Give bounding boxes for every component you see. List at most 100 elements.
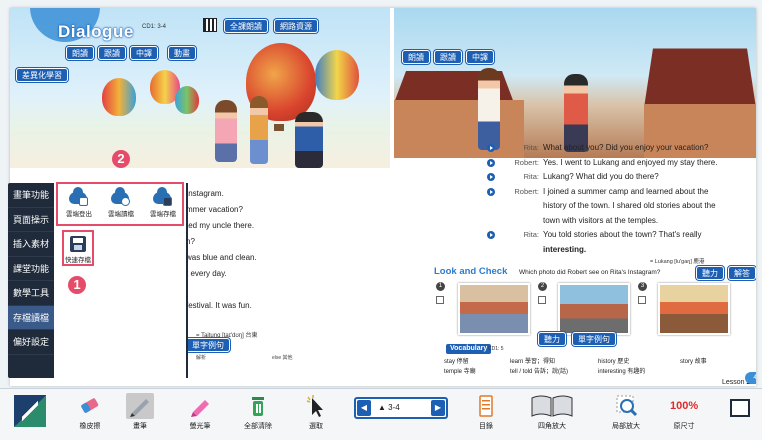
play-icon[interactable] [487, 231, 495, 239]
original-size-button[interactable]: 100% 原尺寸 [658, 393, 710, 431]
speaker-name: Robert: [514, 157, 539, 167]
option-checkbox[interactable] [638, 296, 646, 304]
four-corner-zoom-button[interactable]: 四角放大 [522, 393, 582, 431]
sidebar-item-page-display[interactable]: 頁面操示 [8, 208, 54, 232]
page-value: 3-4 [388, 403, 400, 412]
dialog-line: Yes. I went to Lukang and enjoyed my sta… [543, 157, 718, 167]
follow-read-button-right[interactable]: 跟讀 [434, 50, 462, 64]
sidebar-item-preferences[interactable]: 偏好設定 [8, 330, 54, 355]
dialog-left: Instagram. mmer vacation? ted my uncle t… [186, 186, 257, 314]
pronunciation-note: = Lukang [lu'gaŋ] 鹿港 [650, 259, 705, 265]
vocab-word: learn 學習；得知 [510, 359, 556, 365]
cloud-load-button[interactable]: 雲端讀檔 [102, 187, 140, 218]
cloud-save-button[interactable]: 雲端存檔 [144, 187, 182, 218]
vocabulary-tab: Vocabulary [446, 344, 492, 354]
answer-button[interactable]: 解答 [728, 266, 756, 280]
option-checkbox[interactable] [436, 296, 444, 304]
next-page-button[interactable]: ▶ [431, 400, 445, 416]
highlighter-label: 螢光筆 [189, 423, 211, 430]
speaker-name: Rita: [523, 143, 539, 152]
vocab-left-item: else 其他 [272, 355, 293, 361]
look-and-check-title: Look and Check [434, 266, 508, 277]
clear-all-label: 全部清除 [244, 423, 272, 430]
speaker-name: Rita: [523, 172, 539, 181]
read-aloud-button-right[interactable]: 朗讀 [402, 50, 430, 64]
animation-button[interactable]: 動畫 [168, 46, 196, 60]
vocab-word: tell / told 告訴；說(話) [510, 369, 569, 375]
book-zoom-icon [530, 393, 574, 419]
listen-button[interactable]: 聽力 [696, 266, 724, 280]
cloud-save-icon [153, 187, 172, 206]
cloud-logout-button[interactable]: 雲端登出 [60, 187, 98, 218]
temple-scene-image [394, 8, 756, 158]
fullscreen-icon[interactable] [730, 399, 750, 417]
dialog-line: was blue and clean. [186, 253, 257, 262]
pen-button[interactable]: 畫筆 [114, 393, 166, 431]
option-number: 2 [538, 282, 547, 291]
trash-icon [244, 393, 272, 419]
play-icon[interactable] [487, 173, 495, 181]
app-frame: Dialogue CD1: 3-4 全課朗讀 網路資源 朗讀 跟讀 中譯 動畫 … [0, 0, 762, 440]
app-logo-icon[interactable] [14, 395, 46, 427]
eraser-button[interactable]: 橡皮擦 [64, 393, 116, 431]
full-read-button[interactable]: 全課朗讀 [224, 19, 268, 33]
character-image [250, 96, 268, 164]
cloud-save-label: 雲端存檔 [150, 211, 176, 218]
original-size-icon: 100% [670, 400, 699, 412]
online-resources-button[interactable]: 網路資源 [274, 19, 318, 33]
toc-label: 目錄 [479, 423, 493, 430]
toc-button[interactable]: 目錄 [460, 393, 512, 431]
example-sentence-button-left[interactable]: 單字例句 [186, 338, 230, 352]
differentiated-learning-button[interactable]: 差異化學習 [16, 68, 68, 82]
page-indicator[interactable]: ▲ 3-4 [378, 403, 400, 412]
vocab-word: history 歷史 [598, 359, 630, 365]
pen-icon [126, 393, 154, 419]
cloud-options-popup: 雲端登出 雲端讀檔 雲端存檔 [56, 182, 184, 226]
dialog-right: Rita: What about you? Did you enjoy your … [487, 141, 749, 257]
balloon-image [315, 50, 359, 100]
sidebar-item-save-load[interactable]: 存檔讀檔 [8, 305, 54, 330]
dialog-line: history of the town. I shared old storie… [543, 201, 716, 210]
balloon-image [175, 86, 199, 114]
dialog-line: mmer vacation? [186, 205, 243, 214]
clear-all-button[interactable]: 全部清除 [232, 393, 284, 431]
character-image [215, 100, 237, 162]
local-zoom-button[interactable]: 局部放大 [600, 393, 652, 431]
sidebar-item-math-tools[interactable]: 數學工具 [8, 281, 54, 306]
cloud-load-label: 雲端讀檔 [108, 211, 134, 218]
sidebar-item-insert-material[interactable]: 插入素材 [8, 232, 54, 257]
local-zoom-label: 局部放大 [612, 423, 640, 430]
play-icon[interactable] [487, 187, 495, 196]
play-icon[interactable] [487, 158, 495, 167]
translate-button-right[interactable]: 中譯 [466, 50, 494, 64]
page-number-badge: 4 [745, 372, 756, 384]
dialog-line: Instagram. [186, 189, 224, 198]
highlighter-button[interactable]: 螢光筆 [174, 393, 226, 431]
translate-button[interactable]: 中譯 [130, 46, 158, 60]
select-button[interactable]: 選取 [290, 393, 342, 431]
option-checkbox[interactable] [538, 296, 546, 304]
qr-code-icon[interactable] [203, 18, 217, 32]
quick-save-button[interactable]: 快速存檔 [62, 230, 94, 266]
lesson-text: Lesson [722, 379, 745, 386]
roof-image [644, 48, 756, 108]
follow-read-button[interactable]: 跟讀 [98, 46, 126, 60]
sidebar-item-pen[interactable]: 畫筆功能 [8, 183, 54, 208]
vocab-listen-button[interactable]: 聽力 [538, 332, 566, 346]
balloon-image [102, 78, 136, 116]
prev-page-button[interactable]: ◀ [357, 400, 371, 416]
vocab-example-button[interactable]: 單字例句 [572, 332, 616, 346]
play-icon[interactable] [487, 144, 495, 152]
page-title: Dialogue [58, 22, 134, 41]
basket-image [274, 124, 284, 131]
eraser-icon [76, 393, 104, 419]
vocab-cd-label: CD1: 5 [488, 346, 504, 352]
cloud-logout-icon [69, 187, 88, 206]
original-size-label: 原尺寸 [673, 423, 695, 430]
cd-label: CD1: 3-4 [142, 24, 167, 30]
highlighter-icon [186, 393, 214, 419]
dialog-line: t every day. [186, 269, 227, 278]
read-aloud-button[interactable]: 朗讀 [66, 46, 94, 60]
sidebar-item-classroom[interactable]: 課堂功能 [8, 257, 54, 281]
magnify-icon [612, 393, 640, 419]
